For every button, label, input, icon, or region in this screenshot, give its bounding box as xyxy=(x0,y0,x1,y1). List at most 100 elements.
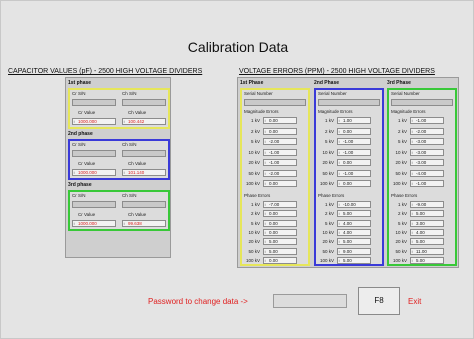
phase-error-field[interactable]: 0.00 xyxy=(263,219,297,227)
phase-row-label: 1 kV xyxy=(250,202,260,207)
phase-error-field[interactable]: 5.00 xyxy=(410,210,444,218)
calibration-window: Calibration Data CAPACITOR VALUES (pF) -… xyxy=(0,0,474,339)
phase-errors-label: Phase Errors xyxy=(391,193,418,198)
phase-errors-label: Phase Errors xyxy=(318,193,345,198)
mag-error-field[interactable]: -2.00 xyxy=(263,138,297,145)
mag-error-field[interactable]: 0.00 xyxy=(337,180,371,187)
mag-row-label: 100 kV xyxy=(392,181,407,186)
serial-number-field[interactable] xyxy=(244,99,306,106)
phase-errors-label: Phase Errors xyxy=(244,193,271,198)
mag-error-field[interactable]: 0.00 xyxy=(337,127,371,135)
ch-value-label: Ch Value xyxy=(128,110,147,115)
mag-error-field[interactable]: 0.00 xyxy=(337,159,371,166)
phase-row-label: 5 kV xyxy=(324,220,334,226)
phase-error-field[interactable]: 4.00 xyxy=(337,219,371,227)
mag-error-field[interactable]: -1.00 xyxy=(410,180,444,187)
ch-sn-field[interactable] xyxy=(122,150,166,157)
phase-error-field[interactable]: -7.00 xyxy=(263,201,297,208)
mag-error-field[interactable]: 0.00 xyxy=(263,180,297,187)
volt-phase-1-group: Serial NumberMagnitude Errors1 kV0.002 k… xyxy=(240,88,310,266)
mag-row-label: 2 kV xyxy=(397,128,407,134)
phase-error-field[interactable]: 5.00 xyxy=(337,210,371,218)
mag-error-field[interactable]: -3.00 xyxy=(410,138,444,145)
mag-error-field[interactable]: -2.00 xyxy=(410,127,444,135)
phase-error-field[interactable]: 5.00 xyxy=(410,238,444,246)
cr-sn-field[interactable] xyxy=(72,150,116,157)
mag-row-label: 5 kV xyxy=(250,139,260,144)
capacitor-panel: 1st phase Cr S/N Ch S/N Cr Value Ch Valu… xyxy=(65,77,171,258)
phase-error-field[interactable]: 11.00 xyxy=(410,247,444,255)
volt-phase-2-title: 2nd Phase xyxy=(314,80,340,86)
phase-error-field[interactable]: 5.00 xyxy=(410,256,444,264)
mag-error-field[interactable]: -3.00 xyxy=(410,159,444,166)
phase-error-field[interactable]: 3.00 xyxy=(410,219,444,227)
cr-sn-field[interactable] xyxy=(72,99,116,106)
cr-value-label: Cr Value xyxy=(78,161,96,166)
cap-phase-2-title: 2nd phase xyxy=(68,131,93,137)
mag-error-field[interactable]: -1.00 xyxy=(410,117,444,124)
phase-row-label: 50 kV xyxy=(395,248,407,254)
cr-value-field[interactable]: 1000.000 xyxy=(72,118,116,125)
mag-error-field[interactable]: 0.00 xyxy=(263,127,297,135)
mag-row-label: 50 kV xyxy=(322,170,334,176)
cr-value-field[interactable]: 1000.000 xyxy=(72,220,116,227)
ch-sn-label: Ch S/N xyxy=(122,193,137,198)
mag-error-field[interactable]: -3.00 xyxy=(410,148,444,156)
mag-error-field[interactable]: -1.00 xyxy=(337,169,371,177)
phase-row-label: 2 kV xyxy=(324,211,334,217)
phase-error-field[interactable]: 9.00 xyxy=(337,247,371,255)
mag-error-field[interactable]: -4.00 xyxy=(410,169,444,177)
phase-error-field[interactable]: 5.00 xyxy=(263,247,297,255)
cap-phase-2-group: Cr S/N Ch S/N Cr Value Ch Value 1000.000… xyxy=(68,139,170,180)
cr-sn-label: Cr S/N xyxy=(72,142,86,147)
mag-error-field[interactable]: -1.00 xyxy=(337,148,371,156)
cr-sn-label: Cr S/N xyxy=(72,91,86,96)
ch-sn-label: Ch S/N xyxy=(122,142,137,147)
mag-row-label: 10 kV xyxy=(395,149,407,155)
ch-sn-label: Ch S/N xyxy=(122,91,137,96)
ch-sn-field[interactable] xyxy=(122,201,166,208)
mag-row-label: 5 kV xyxy=(397,139,407,144)
voltage-section-title: VOLTAGE ERRORS (PPM) - 2500 HIGH VOLTAGE… xyxy=(239,68,435,75)
phase-error-field[interactable]: 0.00 xyxy=(263,210,297,218)
cap-phase-3-title: 3rd phase xyxy=(68,182,92,188)
mag-error-field[interactable]: -1.00 xyxy=(263,159,297,166)
cr-sn-field[interactable] xyxy=(72,201,116,208)
exit-button[interactable]: Exit xyxy=(408,297,421,306)
phase-error-field[interactable]: 0.00 xyxy=(263,256,297,264)
phase-error-field[interactable]: 5.00 xyxy=(263,238,297,246)
phase-error-field[interactable]: 0.00 xyxy=(263,228,297,236)
mag-error-field[interactable]: -1.00 xyxy=(263,148,297,156)
phase-error-field[interactable]: -9.00 xyxy=(410,201,444,208)
phase-error-field[interactable]: -10.00 xyxy=(337,201,371,208)
f8-button[interactable]: F8 xyxy=(358,287,400,315)
password-input[interactable] xyxy=(273,294,347,308)
phase-row-label: 5 kV xyxy=(397,220,407,226)
phase-error-field[interactable]: 5.00 xyxy=(337,256,371,264)
cr-value-label: Cr Value xyxy=(78,110,96,115)
phase-row-label: 20 kV xyxy=(395,239,407,245)
ch-value-field[interactable]: 99.638 xyxy=(122,220,166,227)
mag-row-label: 50 kV xyxy=(248,170,260,176)
volt-phase-2-group: Serial NumberMagnitude Errors1 kV1.002 k… xyxy=(314,88,384,266)
voltage-errors-panel: 1st Phase Serial Number Magnitude Errors 1 … xyxy=(237,77,459,268)
mag-error-field[interactable]: 0.00 xyxy=(263,117,297,124)
serial-number-field[interactable] xyxy=(391,99,453,106)
mag-row-label: 2 kV xyxy=(250,128,260,134)
ch-value-field[interactable]: 100.442 xyxy=(122,118,166,125)
ch-sn-field[interactable] xyxy=(122,99,166,106)
phase-row-label: 10 kV xyxy=(395,229,407,235)
ch-value-field[interactable]: 101.140 xyxy=(122,169,166,176)
phase-error-field[interactable]: 4.00 xyxy=(410,228,444,236)
mag-error-field[interactable]: 1.00 xyxy=(337,117,371,124)
phase-row-label: 2 kV xyxy=(397,211,407,217)
phase-row-label: 2 kV xyxy=(250,211,260,217)
cr-value-field[interactable]: 1000.000 xyxy=(72,169,116,176)
phase-row-label: 50 kV xyxy=(248,248,260,254)
phase-error-field[interactable]: 5.00 xyxy=(337,238,371,246)
mag-error-field[interactable]: -1.00 xyxy=(337,138,371,145)
mag-error-field[interactable]: -2.00 xyxy=(263,169,297,177)
serial-number-field[interactable] xyxy=(318,99,380,106)
phase-error-field[interactable]: 4.00 xyxy=(337,228,371,236)
phase-row-label: 20 kV xyxy=(322,239,334,245)
